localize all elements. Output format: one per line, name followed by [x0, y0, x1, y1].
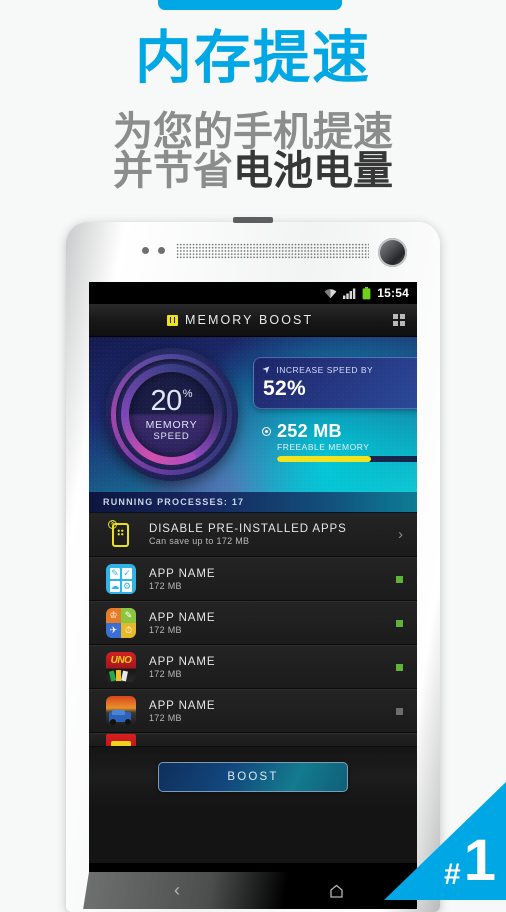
front-camera-icon: [378, 238, 407, 267]
process-list: ✕ DISABLE PRE-INSTALLED APPS Can save up…: [89, 513, 417, 747]
app-icon-uno: UNO: [106, 652, 136, 682]
freeable-memory-bar: [277, 456, 417, 462]
app-name: APP NAME: [149, 567, 216, 580]
promo-subtitle-line2: 并节省电池电量: [0, 151, 506, 191]
chevron-right-icon[interactable]: ›: [398, 526, 403, 543]
gauge-unit: %: [182, 388, 193, 400]
boost-button-label: BOOST: [227, 771, 279, 783]
record-dot-icon: [262, 427, 271, 436]
android-nav-bar: ‹: [83, 872, 417, 909]
phone-screen: 15:54 MEMORY BOOST 20 % MEMORY SPEED ➤ I…: [89, 282, 417, 872]
disable-apps-icon: ✕: [106, 519, 136, 550]
gauge-label-line2: SPEED: [153, 431, 190, 442]
promo-title: 内存提速: [135, 25, 371, 91]
app-title: MEMORY BOOST: [185, 313, 314, 327]
gauge-value: 20: [150, 385, 182, 417]
boost-action-area: BOOST: [89, 747, 417, 807]
promo-subtitle-line2-gray: 并节省: [113, 148, 233, 195]
app-icon-partial: [106, 734, 136, 746]
light-sensor-icon: [158, 247, 165, 254]
back-chevron-icon[interactable]: ‹: [174, 881, 180, 899]
memory-speed-gauge: 20 % MEMORY SPEED: [105, 348, 238, 481]
table-row[interactable]: ♔ ✎ ✈ ⏱ APP NAME 172 MB: [89, 601, 417, 645]
table-row[interactable]: APP NAME 172 MB: [89, 689, 417, 733]
proximity-sensor-icon: [142, 247, 149, 254]
disable-row-title: DISABLE PRE-INSTALLED APPS: [149, 523, 347, 535]
increase-speed-card: ➤ INCREASE SPEED BY 52%: [253, 357, 417, 409]
disable-preinstalled-apps-row[interactable]: ✕ DISABLE PRE-INSTALLED APPS Can save up…: [89, 513, 417, 557]
table-row[interactable]: ✎ ✓ ☁ ⚙ APP NAME 172 MB: [89, 557, 417, 601]
app-size: 172 MB: [149, 624, 182, 635]
app-size: 172 MB: [149, 668, 182, 679]
disable-row-texts: DISABLE PRE-INSTALLED APPS Can save up t…: [149, 523, 398, 546]
app-size: 172 MB: [149, 580, 182, 591]
app-icon-racing: [106, 696, 136, 726]
increase-speed-header: ➤ INCREASE SPEED BY: [260, 362, 417, 377]
freeable-memory-label: FREEABLE MEMORY: [277, 442, 370, 452]
app-name: APP NAME: [149, 699, 216, 712]
wifi-icon: [324, 288, 337, 299]
signal-icon: [343, 288, 356, 299]
app-logo-icon: [167, 314, 178, 326]
running-processes-text: RUNNING PROCESSES: 17: [103, 497, 245, 507]
rank-hash: #: [444, 858, 461, 891]
gauge-label-line1: MEMORY: [145, 419, 198, 431]
increase-speed-value: 52%: [263, 377, 306, 400]
memory-dashboard: 20 % MEMORY SPEED ➤ INCREASE SPEED BY 52…: [89, 337, 417, 492]
home-icon[interactable]: [329, 884, 344, 903]
app-size: 172 MB: [149, 712, 182, 723]
increase-speed-label: INCREASE SPEED BY: [276, 364, 374, 375]
table-row[interactable]: UNO APP NAME 172 MB: [89, 645, 417, 689]
table-row-partial[interactable]: [89, 733, 417, 747]
promo-subtitle: 为您的手机提速 并节省电池电量: [0, 109, 506, 191]
row-texts: APP NAME 172 MB: [149, 656, 396, 679]
freeable-memory-value: 252 MB: [277, 421, 342, 441]
promo-subtitle-line2-dark: 电池电量: [233, 148, 393, 195]
boost-button[interactable]: BOOST: [158, 762, 348, 792]
rank-badge-text: # 1: [444, 832, 496, 890]
row-checkbox[interactable]: [396, 707, 403, 715]
row-checkbox[interactable]: [396, 663, 403, 671]
grid-menu-icon[interactable]: [392, 313, 405, 327]
freeable-memory-block: 252 MB FREEABLE MEMORY: [262, 421, 417, 462]
freeable-memory-bar-fill: [277, 456, 372, 462]
screen-filler: [89, 807, 417, 863]
rocket-icon: ➤: [260, 362, 275, 377]
gauge-inner-disc: 20 % MEMORY SPEED: [129, 372, 214, 457]
promo-subtitle-line1: 为您的手机提速: [113, 109, 393, 155]
running-processes-bar: RUNNING PROCESSES: 17: [89, 492, 417, 513]
row-texts: APP NAME 172 MB: [149, 612, 396, 635]
phone-top-bezel: [66, 222, 440, 282]
row-texts: APP NAME 172 MB: [149, 700, 396, 723]
rank-number: 1: [463, 828, 496, 893]
row-checkbox[interactable]: [396, 619, 403, 627]
promo-top-accent-bar: [158, 0, 342, 10]
status-bar-clock: 15:54: [377, 286, 409, 300]
rank-badge: # 1: [384, 782, 506, 900]
app-name: APP NAME: [149, 611, 216, 624]
app-icon-quad: ♔ ✎ ✈ ⏱: [106, 608, 136, 638]
disable-row-subtitle: Can save up to 172 MB: [149, 536, 250, 546]
disable-x-badge-icon: ✕: [108, 519, 117, 529]
earpiece-speaker-grille: [176, 243, 369, 259]
nav-bar-gradient: [83, 872, 290, 909]
battery-icon: [362, 286, 371, 300]
android-status-bar: 15:54: [89, 282, 417, 304]
app-icon-tools: ✎ ✓ ☁ ⚙: [106, 564, 136, 594]
row-texts: APP NAME 172 MB: [149, 568, 396, 591]
freeable-memory-header: 252 MB: [262, 421, 417, 442]
app-name: APP NAME: [149, 655, 216, 668]
row-checkbox[interactable]: [396, 575, 403, 583]
gauge-value-row: 20 %: [150, 387, 192, 416]
app-header-bar: MEMORY BOOST: [89, 304, 417, 337]
